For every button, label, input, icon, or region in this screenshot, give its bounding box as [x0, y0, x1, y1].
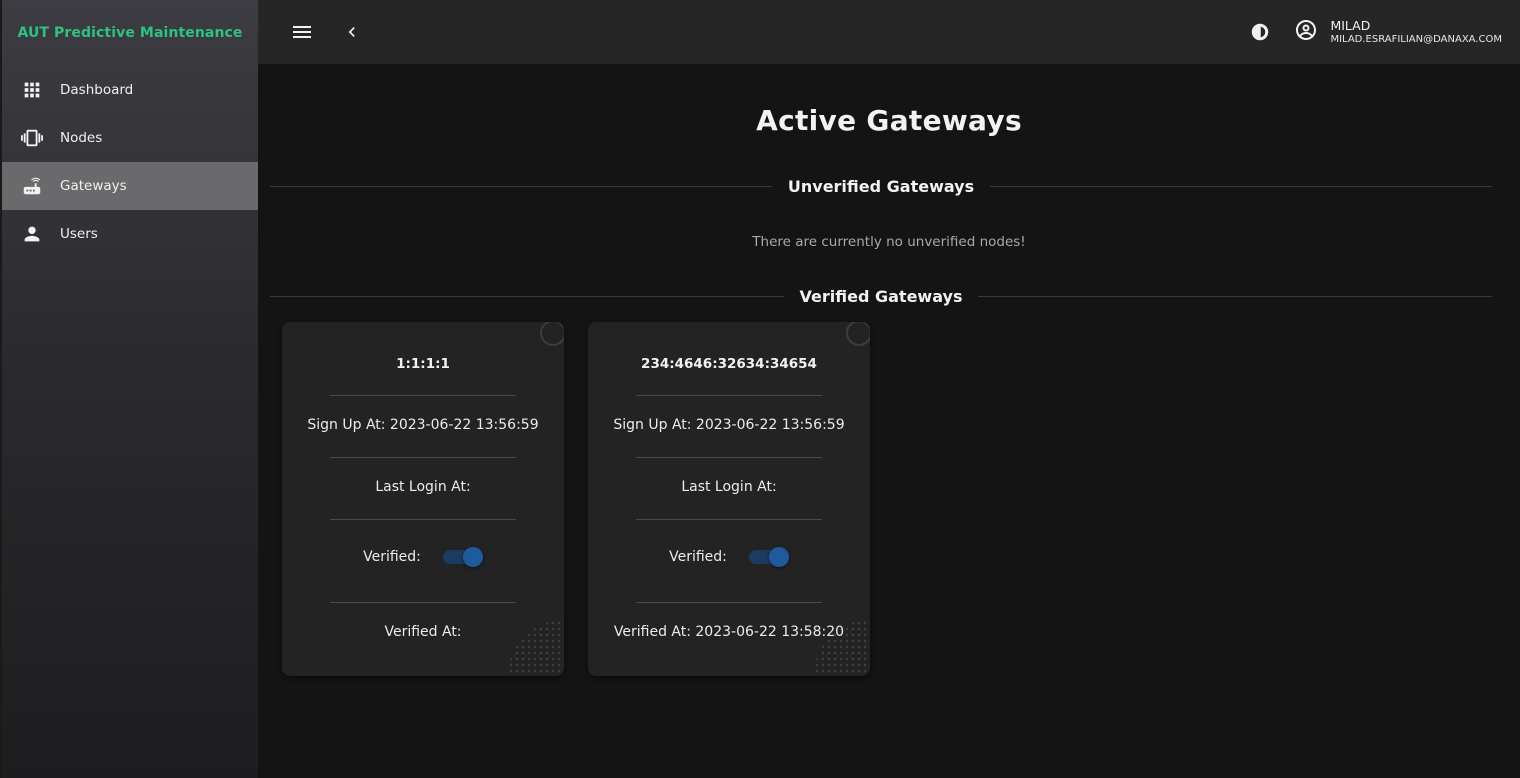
toggle-thumb [768, 547, 789, 567]
vibration-icon [20, 126, 44, 150]
sidebar-item-label: Dashboard [60, 82, 134, 98]
gateway-card: 234:4646:32634:34654 Sign Up At: 2023-06… [588, 322, 870, 676]
gateway-verified-at: Verified At: 2023-06-22 13:58:20 [613, 624, 845, 640]
sidebar-item-gateways[interactable]: Gateways [2, 162, 258, 210]
verified-label: Verified: [669, 549, 727, 565]
divider [330, 457, 516, 458]
sidebar-item-users[interactable]: Users [2, 210, 258, 258]
divider [636, 395, 822, 396]
sidebar-item-label: Users [60, 226, 98, 242]
router-icon [20, 174, 44, 198]
divider [978, 296, 1492, 297]
user-menu[interactable]: MILAD MILAD.ESRAFILIAN@DANAXA.COM [1294, 18, 1502, 46]
gateway-signup-at: Sign Up At: 2023-06-22 13:56:59 [307, 417, 539, 433]
corner-ring-decoration [540, 322, 564, 346]
divider [990, 186, 1492, 187]
gateway-verified-row: Verified: [588, 547, 870, 567]
unverified-heading: Unverified Gateways [787, 177, 975, 196]
divider [330, 519, 516, 520]
menu-button[interactable] [288, 18, 316, 46]
chevron-left-icon [348, 27, 355, 37]
page-title: Active Gateways [756, 104, 1022, 137]
verified-section-header: Verified Gateways [270, 287, 1492, 306]
user-name: MILAD [1330, 17, 1371, 33]
sidebar-item-label: Gateways [60, 178, 127, 194]
verified-toggle[interactable] [442, 547, 483, 567]
collapse-sidebar-button[interactable] [338, 18, 366, 46]
gateway-last-login: Last Login At: [375, 479, 471, 495]
app-title[interactable]: AUT Predictive Maintenance [2, 0, 258, 66]
account-circle-icon [1294, 18, 1318, 46]
divider [636, 602, 822, 603]
user-email: MILAD.ESRAFILIAN@DANAXA.COM [1330, 33, 1502, 45]
sidebar-item-dashboard[interactable]: Dashboard [2, 66, 258, 114]
sidebar-item-label: Nodes [60, 130, 103, 146]
divider [636, 519, 822, 520]
gateway-id: 234:4646:32634:34654 [641, 356, 817, 372]
unverified-section-header: Unverified Gateways [270, 177, 1492, 196]
gateway-verified-row: Verified: [282, 547, 564, 567]
gateway-verified-at: Verified At: [384, 624, 462, 640]
contrast-icon [1252, 23, 1269, 41]
gateway-signup-at: Sign Up At: 2023-06-22 13:56:59 [613, 417, 845, 433]
main-content: Active Gateways Unverified Gateways Ther… [258, 64, 1520, 778]
gateway-last-login: Last Login At: [681, 479, 777, 495]
verified-toggle[interactable] [748, 547, 789, 567]
divider [636, 457, 822, 458]
gateway-card-list: 1:1:1:1 Sign Up At: 2023-06-22 13:56:59 … [282, 322, 894, 676]
toggle-thumb [462, 547, 483, 567]
grid-icon [20, 78, 44, 102]
sidebar: AUT Predictive Maintenance Dashboard Nod… [0, 0, 258, 778]
theme-toggle-button[interactable] [1246, 18, 1274, 46]
gateway-card: 1:1:1:1 Sign Up At: 2023-06-22 13:56:59 … [282, 322, 564, 676]
corner-ring-decoration [846, 322, 870, 346]
person-icon [20, 222, 44, 246]
divider [330, 602, 516, 603]
gateway-id: 1:1:1:1 [396, 356, 450, 372]
divider [270, 296, 784, 297]
topbar: MILAD MILAD.ESRAFILIAN@DANAXA.COM [258, 0, 1520, 64]
verified-heading: Verified Gateways [799, 287, 963, 306]
verified-label: Verified: [363, 549, 421, 565]
sidebar-item-nodes[interactable]: Nodes [2, 114, 258, 162]
divider [330, 395, 516, 396]
divider [270, 186, 772, 187]
unverified-empty-message: There are currently no unverified nodes! [752, 234, 1026, 250]
hamburger-icon [293, 26, 311, 38]
